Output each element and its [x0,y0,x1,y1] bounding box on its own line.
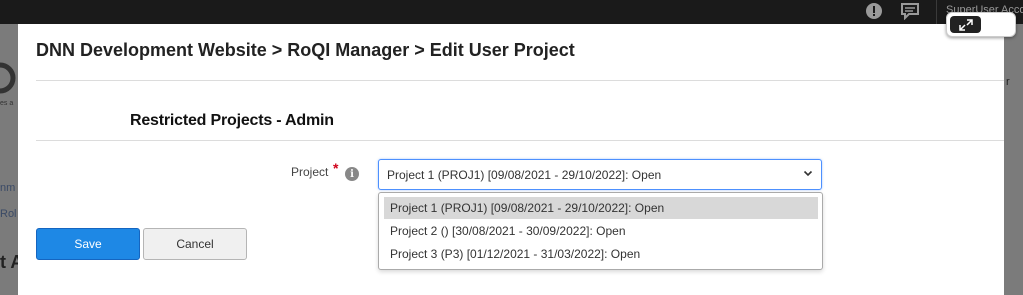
chevron-down-icon [803,168,813,181]
background-topbar: SuperUser Acco [0,0,1023,24]
background-right-text: r [1006,76,1010,88]
expand-icon [950,16,981,33]
background-link-2[interactable]: Rol [0,208,18,220]
project-dropdown-list: Project 1 (PROJ1) [09/08/2021 - 29/10/20… [378,192,823,270]
page-title: DNN Development Website > RoQI Manager >… [36,40,575,60]
dropdown-option-project-3[interactable]: Project 3 (P3) [01/12/2021 - 31/03/2022]… [384,243,818,265]
section-divider [36,140,1004,141]
topbar-separator [936,0,937,24]
dropdown-option-project-2[interactable]: Project 2 () [30/08/2021 - 30/09/2022]: … [384,220,818,242]
site-logo-icon [0,62,16,94]
save-button[interactable]: Save [36,228,140,260]
edit-user-project-modal: DNN Development Website > RoQI Manager >… [18,24,1004,295]
cancel-button[interactable]: Cancel [143,228,247,260]
project-select-value: Project 1 (PROJ1) [09/08/2021 - 29/10/20… [387,168,662,182]
background-link-1[interactable]: nm [0,182,18,194]
background-right-strip: r [1004,24,1023,295]
alert-icon[interactable] [864,2,884,20]
logo-caption: es a [0,100,14,107]
section-heading: Restricted Projects - Admin [130,112,334,129]
chat-icon[interactable] [900,2,920,20]
title-divider [36,80,1004,81]
project-select[interactable]: Project 1 (PROJ1) [09/08/2021 - 29/10/20… [378,159,822,190]
background-heading: t A [0,252,18,272]
required-indicator: * [333,160,339,176]
info-icon[interactable]: i [345,167,359,181]
project-field-label: Project [291,165,329,179]
dropdown-option-project-1[interactable]: Project 1 (PROJ1) [09/08/2021 - 29/10/20… [384,197,818,219]
background-left-strip: es a nm Rol t A [0,24,18,295]
expand-modal-button[interactable] [946,12,1016,37]
